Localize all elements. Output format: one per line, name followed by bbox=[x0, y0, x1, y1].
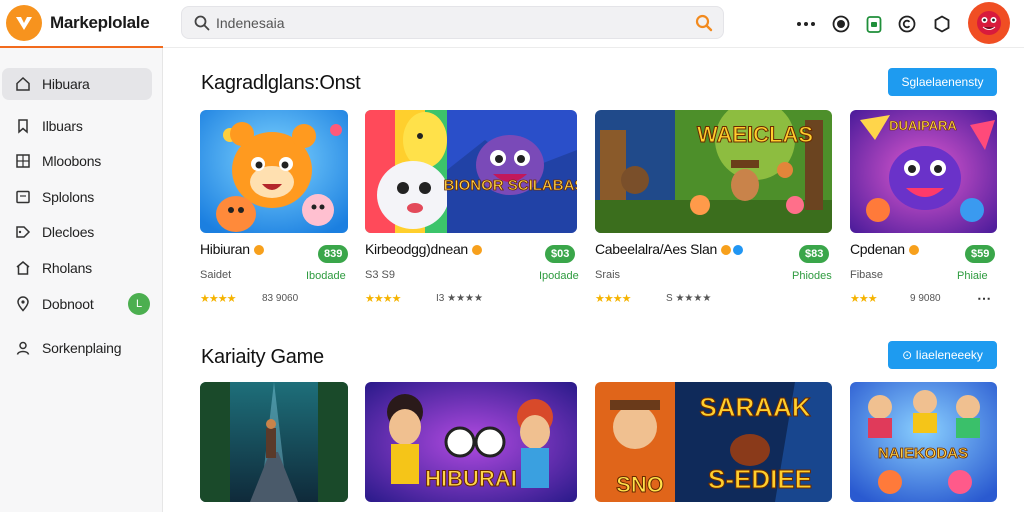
sidebar-item-label: Splolons bbox=[42, 189, 95, 205]
tag-icon bbox=[14, 223, 32, 241]
game-thumbnail[interactable]: HIBURAI bbox=[365, 382, 577, 502]
section-title: Kariaity Game bbox=[201, 346, 324, 368]
game-meta: S3 S9 bbox=[365, 269, 395, 281]
price-badge: 839 bbox=[318, 245, 349, 263]
game-title-text: Cabeelalra/Aes Slan bbox=[595, 241, 717, 257]
logo-icon bbox=[6, 5, 42, 41]
sidebar-item-label: Rholans bbox=[42, 260, 92, 276]
marketplace-app: Markeplolale Indenesaia Hibuara Ilbuars … bbox=[0, 0, 1024, 512]
search-icon bbox=[194, 15, 210, 36]
thumbnail-text: NAIEKODAS bbox=[878, 445, 968, 462]
more-dots-icon[interactable] bbox=[795, 13, 817, 35]
rating-stars: ★★★★ bbox=[200, 293, 236, 305]
notification-badge: L bbox=[128, 293, 150, 315]
thumbnail-text: HIBURAI bbox=[425, 466, 517, 491]
rating-stars: ★★★★ bbox=[595, 293, 631, 305]
user-icon bbox=[14, 339, 32, 357]
game-meta: Saidet bbox=[200, 269, 232, 281]
thumbnail-text: DUAIPARA bbox=[889, 118, 957, 133]
sidebar-item-label: Dlecloes bbox=[42, 224, 95, 240]
sidebar-item-label: Mloobons bbox=[42, 153, 102, 169]
thumbnail-text: SARAAK bbox=[699, 392, 810, 422]
rating-stars: ★★★★ bbox=[365, 293, 401, 305]
sidebar-item-hibuara[interactable]: Hibuara bbox=[2, 68, 152, 100]
game-category: Ibodade bbox=[306, 270, 346, 282]
copyright-icon[interactable] bbox=[896, 13, 918, 35]
price-badge: $83 bbox=[799, 245, 830, 263]
top-bar: Markeplolale bbox=[0, 0, 1024, 48]
hexagon-icon[interactable] bbox=[931, 13, 953, 35]
game-thumbnail[interactable]: DUAIPARA bbox=[850, 110, 997, 233]
game-thumbnail[interactable]: BIONOR SCILABAS bbox=[365, 110, 577, 233]
brand[interactable]: Markeplolale bbox=[0, 0, 163, 48]
review-count: 9 9080 bbox=[910, 293, 941, 304]
search-input[interactable] bbox=[216, 7, 666, 38]
game-card-title[interactable]: Cabeelalra/Aes Slan bbox=[595, 241, 743, 257]
thumbnail-text: BIONOR SCILABAS bbox=[444, 177, 577, 194]
verified-icon bbox=[253, 245, 264, 255]
review-count: S ★★★★ bbox=[666, 293, 712, 304]
section-action-button[interactable]: Sglaelaenensty bbox=[888, 68, 997, 96]
thumbnail-text: SNO bbox=[616, 472, 664, 497]
price-badge: $59 bbox=[965, 245, 996, 263]
box-icon bbox=[14, 188, 32, 206]
game-thumbnail[interactable]: SNO SARAAK S-EDIEE bbox=[595, 382, 832, 502]
sidebar-item-sorkenplaing[interactable]: Sorkenplaing bbox=[2, 332, 152, 364]
sidebar-item-label: Ilbuars bbox=[42, 118, 83, 134]
sidebar-item-rholans[interactable]: Rholans bbox=[2, 252, 152, 284]
game-category: Ipodade bbox=[539, 270, 579, 282]
rating-stars: ★★★ bbox=[850, 293, 878, 305]
sidebar-item-label: Dobnoot bbox=[42, 296, 94, 312]
game-category: Phiodes bbox=[792, 270, 832, 282]
search-submit-icon[interactable] bbox=[695, 14, 713, 37]
game-card-title[interactable]: Kirbeodgg)dnean bbox=[365, 241, 482, 257]
bookmark-icon bbox=[14, 117, 32, 135]
sidebar: Hibuara Ilbuars Mloobons Splolons Dleclo… bbox=[0, 48, 163, 512]
game-title-text: Hibiuran bbox=[200, 241, 250, 257]
sidebar-item-mloobons[interactable]: Mloobons bbox=[2, 145, 152, 177]
sidebar-item-ilbuars[interactable]: Ilbuars bbox=[2, 110, 152, 142]
game-title-text: Kirbeodgg)dnean bbox=[365, 241, 468, 257]
search-bar[interactable] bbox=[181, 6, 724, 39]
game-thumbnail[interactable] bbox=[200, 382, 348, 502]
game-meta: Srais bbox=[595, 269, 621, 281]
wallet-icon[interactable] bbox=[863, 13, 885, 35]
thumbnail-text: WAEICLAS bbox=[697, 122, 813, 147]
verified-icon bbox=[908, 245, 919, 255]
game-meta: Fibase bbox=[850, 269, 884, 281]
house-icon bbox=[14, 259, 32, 277]
pin-icon bbox=[14, 295, 32, 313]
section-action-button[interactable]: ⊙ Iiaeleneeeky bbox=[888, 341, 997, 369]
game-card-title[interactable]: Hibiuran bbox=[200, 241, 264, 257]
review-count: I3 ★★★★ bbox=[436, 293, 483, 304]
price-badge: $03 bbox=[545, 245, 576, 263]
more-options-icon[interactable]: ⋯ bbox=[977, 290, 991, 307]
sidebar-item-dlecloes[interactable]: Dlecloes bbox=[2, 216, 152, 248]
avatar[interactable] bbox=[968, 2, 1010, 44]
record-icon[interactable] bbox=[830, 13, 852, 35]
game-category: Phiaie bbox=[957, 270, 988, 282]
game-card-title[interactable]: Cpdenan bbox=[850, 241, 919, 257]
game-thumbnail[interactable] bbox=[200, 110, 348, 233]
verified-icon bbox=[471, 245, 482, 255]
sidebar-item-splolons[interactable]: Splolons bbox=[2, 181, 152, 213]
section-title: Kagradlglans:Onst bbox=[201, 72, 361, 94]
badge-icon bbox=[732, 245, 743, 255]
grid-icon bbox=[14, 152, 32, 170]
game-title-text: Cpdenan bbox=[850, 241, 905, 257]
home-icon bbox=[14, 75, 32, 93]
review-count: 83 9060 bbox=[262, 293, 299, 304]
verified-icon bbox=[720, 245, 731, 255]
brand-name: Markeplolale bbox=[50, 13, 150, 32]
sidebar-item-label: Sorkenplaing bbox=[42, 340, 122, 356]
sidebar-item-label: Hibuara bbox=[42, 76, 90, 92]
game-thumbnail[interactable]: WAEICLAS bbox=[595, 110, 832, 233]
game-thumbnail[interactable]: NAIEKODAS bbox=[850, 382, 997, 502]
thumbnail-text: S-EDIEE bbox=[708, 464, 812, 494]
